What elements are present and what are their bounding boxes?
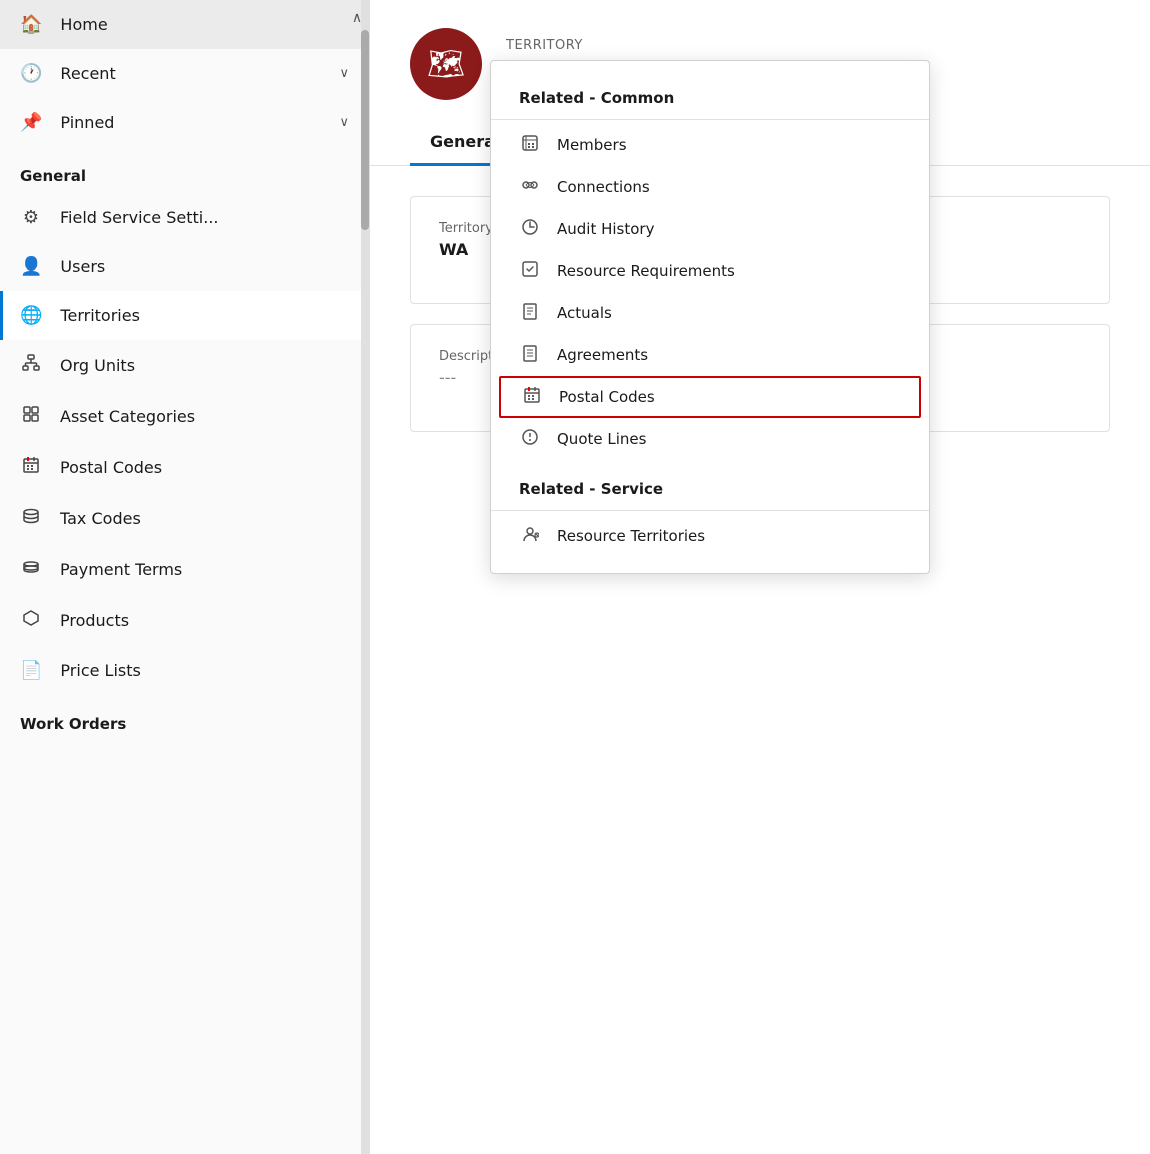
sidebar-item-payment-terms[interactable]: Payment Terms <box>0 544 369 595</box>
tax-codes-icon <box>20 507 42 530</box>
sidebar-item-field-service-settings[interactable]: ⚙ Field Service Setti... <box>0 193 369 242</box>
dropdown-item-resource-requirements[interactable]: Resource Requirements <box>491 250 929 292</box>
dropdown-item-connections[interactable]: Connections <box>491 166 929 208</box>
record-type-label: TERRITORY <box>506 38 583 53</box>
quote-lines-label: Quote Lines <box>557 430 646 448</box>
price-lists-icon: 📄 <box>20 660 42 681</box>
resource-territories-icon <box>519 525 541 547</box>
dropdown-item-agreements[interactable]: Agreements <box>491 334 929 376</box>
connections-icon <box>519 176 541 198</box>
avatar-icon: 🗺 <box>427 47 465 82</box>
territories-icon: 🌐 <box>20 305 42 326</box>
sidebar-home-label: Home <box>60 15 349 34</box>
dropdown-item-quote-lines[interactable]: Quote Lines <box>491 418 929 460</box>
sidebar-scroll-up[interactable]: ∧ <box>345 0 369 36</box>
sidebar-item-territories[interactable]: 🌐 Territories <box>0 291 369 340</box>
asset-categories-icon <box>20 405 42 428</box>
postal-codes-icon <box>20 456 42 479</box>
audit-history-icon <box>519 218 541 240</box>
agreements-icon <box>519 344 541 366</box>
pinned-icon: 📌 <box>20 112 42 133</box>
dropdown-item-postal-codes[interactable]: Postal Codes <box>499 376 921 418</box>
products-icon <box>20 609 42 632</box>
sidebar-products-label: Products <box>60 611 349 630</box>
home-icon: 🏠 <box>20 14 42 35</box>
main-content: 🗺 TERRITORY WA General Related Territory… <box>370 0 1150 1154</box>
sidebar-users-label: Users <box>60 257 349 276</box>
sidebar-asset-categories-label: Asset Categories <box>60 407 349 426</box>
sidebar-org-units-label: Org Units <box>60 356 349 375</box>
dropdown-item-members[interactable]: Members <box>491 124 929 166</box>
pinned-chevron-icon: ∨ <box>339 115 349 130</box>
sidebar-pinned-label: Pinned <box>60 113 321 132</box>
quote-lines-icon <box>519 428 541 450</box>
record-avatar: 🗺 <box>410 28 482 100</box>
sidebar-item-tax-codes[interactable]: Tax Codes <box>0 493 369 544</box>
sidebar-work-orders-title: Work Orders <box>0 695 369 741</box>
dropdown-panel: Related - Common Members <box>490 60 930 574</box>
postal-codes-dropdown-label: Postal Codes <box>559 388 655 406</box>
sidebar-item-org-units[interactable]: Org Units <box>0 340 369 391</box>
sidebar-item-price-lists[interactable]: 📄 Price Lists <box>0 646 369 695</box>
sidebar-postal-codes-label: Postal Codes <box>60 458 349 477</box>
actuals-label: Actuals <box>557 304 612 322</box>
audit-history-label: Audit History <box>557 220 654 238</box>
sidebar-item-home[interactable]: 🏠 Home <box>0 0 369 49</box>
sidebar-payment-terms-label: Payment Terms <box>60 560 349 579</box>
agreements-label: Agreements <box>557 346 648 364</box>
sidebar-item-users[interactable]: 👤 Users <box>0 242 369 291</box>
gear-icon: ⚙ <box>20 207 42 228</box>
sidebar-field-service-label: Field Service Setti... <box>60 208 349 227</box>
members-icon <box>519 134 541 156</box>
dropdown-item-actuals[interactable]: Actuals <box>491 292 929 334</box>
sidebar-item-recent[interactable]: 🕐 Recent ∨ <box>0 49 369 98</box>
dropdown-service-title: Related - Service <box>491 468 929 506</box>
connections-label: Connections <box>557 178 650 196</box>
members-label: Members <box>557 136 627 154</box>
sidebar-territories-label: Territories <box>60 306 349 325</box>
recent-chevron-icon: ∨ <box>339 66 349 81</box>
sidebar-item-postal-codes[interactable]: Postal Codes <box>0 442 369 493</box>
org-units-icon <box>20 354 42 377</box>
sidebar-tax-codes-label: Tax Codes <box>60 509 349 528</box>
resource-requirements-label: Resource Requirements <box>557 262 735 280</box>
sidebar-recent-label: Recent <box>60 64 321 83</box>
divider-2 <box>491 510 929 511</box>
sidebar-general-title: General <box>0 147 369 193</box>
sidebar-item-pinned[interactable]: 📌 Pinned ∨ <box>0 98 369 147</box>
payment-terms-icon <box>20 558 42 581</box>
postal-codes-dropdown-icon <box>521 386 543 408</box>
sidebar-price-lists-label: Price Lists <box>60 661 349 680</box>
dropdown-item-audit-history[interactable]: Audit History <box>491 208 929 250</box>
resource-requirements-icon <box>519 260 541 282</box>
divider-1 <box>491 119 929 120</box>
dropdown-item-resource-territories[interactable]: Resource Territories <box>491 515 929 557</box>
sidebar: ∧ 🏠 Home 🕐 Recent ∨ 📌 Pinned ∨ General ⚙… <box>0 0 370 1154</box>
dropdown-common-title: Related - Common <box>491 77 929 115</box>
resource-territories-label: Resource Territories <box>557 527 705 545</box>
sidebar-item-asset-categories[interactable]: Asset Categories <box>0 391 369 442</box>
sidebar-item-products[interactable]: Products <box>0 595 369 646</box>
actuals-icon <box>519 302 541 324</box>
recent-icon: 🕐 <box>20 63 42 84</box>
user-icon: 👤 <box>20 256 42 277</box>
